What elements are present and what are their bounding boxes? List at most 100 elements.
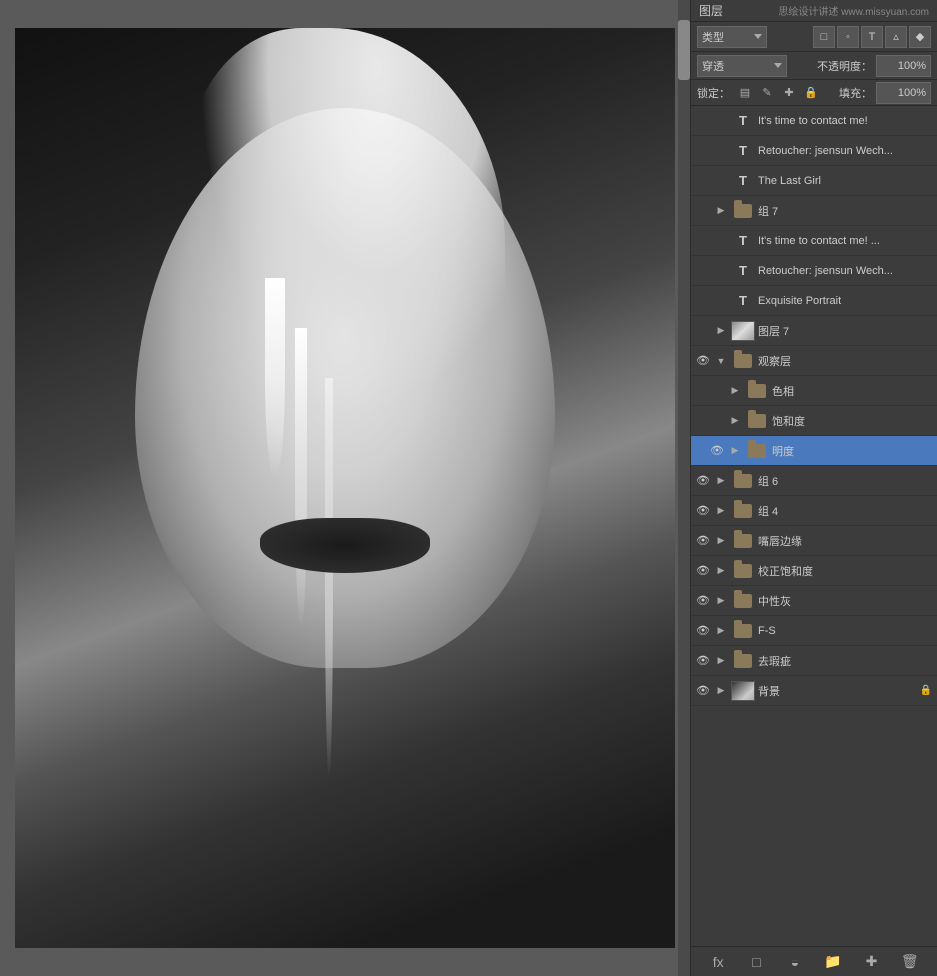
layer-eye-18[interactable]: 👁	[695, 623, 711, 639]
layer-name-17: 中性灰	[758, 593, 933, 609]
layer-eye-6[interactable]	[695, 263, 711, 279]
canvas-scrollbar[interactable]	[678, 0, 690, 976]
filter-pixel-btn[interactable]: □	[813, 26, 835, 48]
layer-type-icon-11	[745, 411, 769, 431]
layer-eye-8[interactable]	[695, 323, 711, 339]
layer-eye-19[interactable]: 👁	[695, 653, 711, 669]
layer-eye-20[interactable]: 👁	[695, 683, 711, 699]
folder-layer-icon	[734, 594, 752, 608]
layer-item-8[interactable]: ▶图层 7	[691, 316, 937, 346]
layer-name-20: 背景	[758, 683, 916, 699]
layer-eye-15[interactable]: 👁	[695, 533, 711, 549]
layers-panel: 图层 思绘设计讲述 www.missyuan.com 类型 □ ◦ T ▵ ◆ …	[690, 0, 937, 976]
layer-name-15: 嘴唇边缘	[758, 533, 933, 549]
layer-expand-13[interactable]: ▶	[714, 474, 728, 488]
layer-item-18[interactable]: 👁▶F-S	[691, 616, 937, 646]
layer-eye-7[interactable]	[695, 293, 711, 309]
layer-item-1[interactable]: TIt's time to contact me!	[691, 106, 937, 136]
layer-item-5[interactable]: TIt's time to contact me! ...	[691, 226, 937, 256]
layer-expand-12[interactable]: ▶	[728, 444, 742, 458]
layer-eye-12[interactable]: 👁	[709, 443, 725, 459]
layer-expand-8[interactable]: ▶	[714, 324, 728, 338]
folder-layer-icon	[734, 654, 752, 668]
thumbnail-preview-8	[732, 322, 754, 340]
text-layer-icon: T	[739, 143, 747, 158]
layer-item-11[interactable]: ▶ 饱和度	[691, 406, 937, 436]
layer-item-7[interactable]: T Exquisite Portrait	[691, 286, 937, 316]
layer-item-2[interactable]: TRetoucher: jsensun Wech...	[691, 136, 937, 166]
filter-adjust-btn[interactable]: ◦	[837, 26, 859, 48]
filter-smart-btn[interactable]: ◆	[909, 26, 931, 48]
layer-item-4[interactable]: ▶组 7	[691, 196, 937, 226]
layer-name-7: Exquisite Portrait	[758, 295, 933, 307]
layer-item-20[interactable]: 👁▶背景🔒	[691, 676, 937, 706]
layer-item-9[interactable]: 👁▼观察层	[691, 346, 937, 376]
layer-group-button[interactable]: 📁	[822, 951, 844, 973]
layer-type-icon-20	[731, 681, 755, 701]
blend-mode-select[interactable]: 穿透	[697, 55, 787, 77]
layer-item-13[interactable]: 👁▶组 6	[691, 466, 937, 496]
layer-delete-button[interactable]: 🗑	[899, 951, 921, 973]
layer-eye-17[interactable]: 👁	[695, 593, 711, 609]
layer-item-12[interactable]: 👁▶明度	[691, 436, 937, 466]
lock-all-btn[interactable]: 🔒	[802, 84, 820, 102]
layer-fx-button[interactable]: fx	[707, 951, 729, 973]
folder-layer-icon	[748, 384, 766, 398]
layer-item-15[interactable]: 👁▶ 嘴唇边缘	[691, 526, 937, 556]
lock-transparent-btn[interactable]: ▤	[736, 84, 754, 102]
canvas-scrollbar-thumb[interactable]	[678, 20, 690, 80]
layer-expand-19[interactable]: ▶	[714, 654, 728, 668]
filter-shape-btn[interactable]: ▵	[885, 26, 907, 48]
layer-expand-15[interactable]: ▶	[714, 534, 728, 548]
layer-eye-10[interactable]	[709, 383, 725, 399]
panel-header: 图层 思绘设计讲述 www.missyuan.com	[691, 0, 937, 22]
layer-name-10: 色相	[772, 383, 933, 399]
layer-eye-14[interactable]: 👁	[695, 503, 711, 519]
layer-expand-18[interactable]: ▶	[714, 624, 728, 638]
fill-input[interactable]: 100%	[876, 82, 931, 104]
layer-expand-20[interactable]: ▶	[714, 684, 728, 698]
layer-eye-9[interactable]: 👁	[695, 353, 711, 369]
layer-type-icon-14	[731, 501, 755, 521]
layer-eye-4[interactable]	[695, 203, 711, 219]
filter-type-label: 类型	[702, 29, 724, 45]
layer-expand-16[interactable]: ▶	[714, 564, 728, 578]
layer-eye-5[interactable]	[695, 233, 711, 249]
layer-eye-3[interactable]	[695, 173, 711, 189]
layer-eye-2[interactable]	[695, 143, 711, 159]
filter-type-select[interactable]: 类型	[697, 26, 767, 48]
layer-expand-4[interactable]: ▶	[714, 204, 728, 218]
layer-item-10[interactable]: ▶ 色相	[691, 376, 937, 406]
layer-item-3[interactable]: TThe Last Girl	[691, 166, 937, 196]
layer-type-icon-7: T	[731, 291, 755, 311]
layer-expand-11[interactable]: ▶	[728, 414, 742, 428]
layer-expand-17[interactable]: ▶	[714, 594, 728, 608]
layer-mask-button[interactable]: □	[745, 951, 767, 973]
layer-new-button[interactable]: ✚	[860, 951, 882, 973]
layer-name-6: Retoucher: jsensun Wech...	[758, 265, 933, 277]
opacity-input[interactable]: 100%	[876, 55, 931, 77]
layer-item-14[interactable]: 👁▶组 4	[691, 496, 937, 526]
panel-watermark: 思绘设计讲述 www.missyuan.com	[778, 3, 929, 18]
layer-item-19[interactable]: 👁▶去瑕疵	[691, 646, 937, 676]
filter-text-btn[interactable]: T	[861, 26, 883, 48]
text-layer-icon: T	[739, 293, 747, 308]
layer-eye-13[interactable]: 👁	[695, 473, 711, 489]
lock-position-btn[interactable]: ✚	[780, 84, 798, 102]
layer-eye-16[interactable]: 👁	[695, 563, 711, 579]
layers-list[interactable]: TIt's time to contact me!TRetoucher: jse…	[691, 106, 937, 946]
layer-expand-10[interactable]: ▶	[728, 384, 742, 398]
panel-bottom: fx □ ◒ 📁 ✚ 🗑	[691, 946, 937, 976]
layer-expand-14[interactable]: ▶	[714, 504, 728, 518]
layer-item-17[interactable]: 👁▶ 中性灰	[691, 586, 937, 616]
layer-item-16[interactable]: 👁▶校正饱和度	[691, 556, 937, 586]
layer-eye-1[interactable]	[695, 113, 711, 129]
layer-item-6[interactable]: TRetoucher: jsensun Wech...	[691, 256, 937, 286]
lock-paint-btn[interactable]: ✎	[758, 84, 776, 102]
layer-type-icon-4	[731, 201, 755, 221]
layer-eye-11[interactable]	[709, 413, 725, 429]
layer-adjustment-button[interactable]: ◒	[784, 951, 806, 973]
layer-expand-9[interactable]: ▼	[714, 354, 728, 368]
layer-type-icon-16	[731, 561, 755, 581]
layer-name-11: 饱和度	[772, 413, 933, 429]
